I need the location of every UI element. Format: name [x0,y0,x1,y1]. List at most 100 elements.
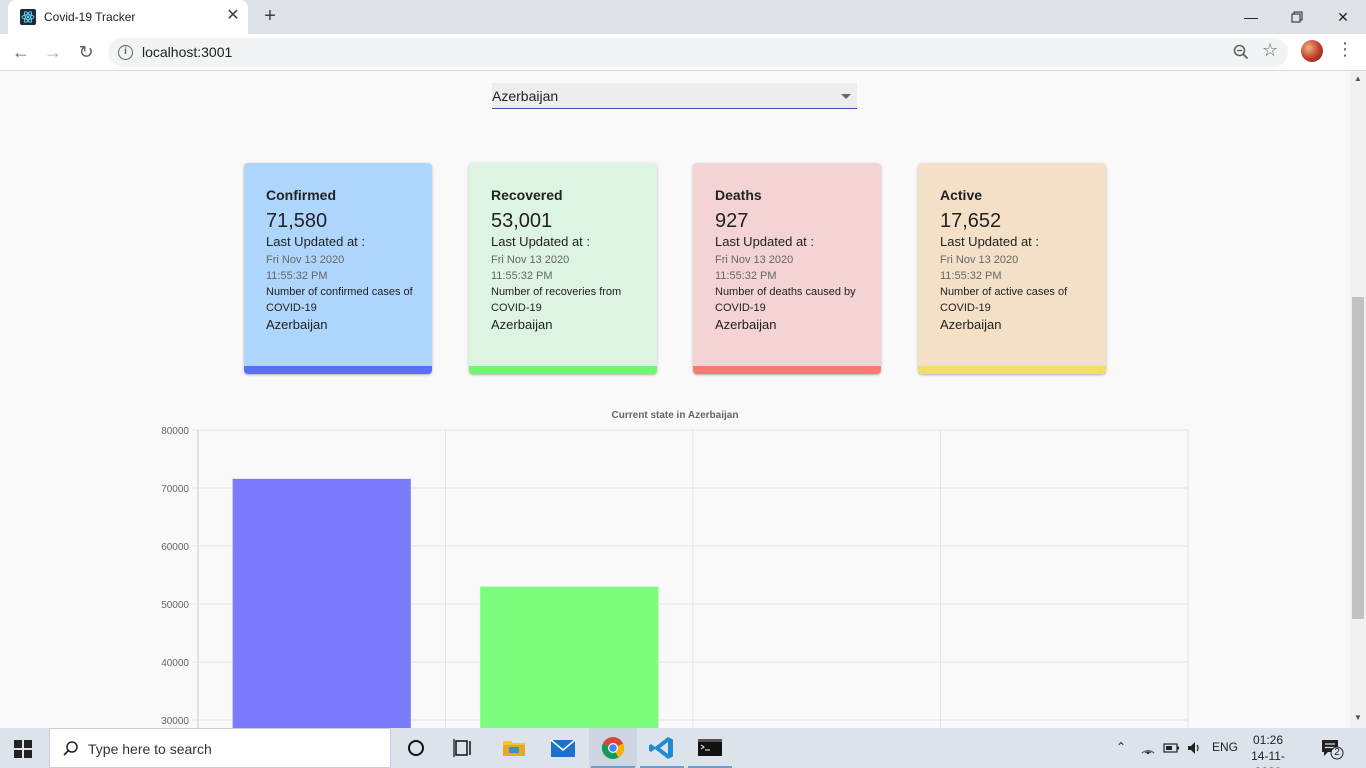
chart-svg: Current state in Azerbaijan 30000 40000 500… [161,410,1189,728]
action-center-button[interactable]: 2 [1320,738,1344,760]
mail-button[interactable] [539,728,587,768]
card-title: Recovered [491,187,563,203]
card-content: Confirmed 71,580 Last Updated at : Fri Nov … [266,187,418,334]
scroll-up-icon[interactable]: ▲ [1354,74,1362,83]
browser-toolbar: ← → ↻ i localhost:3001 ☆ ⋮ [0,34,1366,71]
language-indicator[interactable]: ENG [1212,740,1238,754]
card-value: 71,580 [266,210,328,232]
card-value: 17,652 [940,210,1002,232]
notification-count: 2 [1334,747,1340,758]
scrollbar-thumb[interactable] [1352,297,1364,619]
y-tick-label: 40000 [161,658,189,669]
bar-confirmed [232,478,411,728]
stat-card-recovered: Recovered 53,001 Last Updated at : Fri Nov … [469,163,657,374]
scroll-down-icon[interactable]: ▼ [1354,713,1362,722]
chrome-icon [601,737,624,759]
terminal-icon [698,739,722,756]
card-date: Fri Nov 13 2020 [715,254,794,266]
windows-taskbar: Type here to search ⌃ ENG 01:26 14-11-20… [0,728,1366,768]
bookmark-star-icon[interactable]: ☆ [1262,40,1278,61]
card-description: Number of recoveries from COVID-19 [491,286,622,314]
react-logo-icon [20,9,36,25]
terminal-button[interactable] [686,728,734,768]
clock-date: 14-11-2020 [1251,749,1285,768]
stat-card-deaths: Deaths 927 Last Updated at : Fri Nov 13 202… [693,163,881,374]
restore-button[interactable] [1274,4,1320,30]
card-accent-bar [693,366,881,374]
country-select[interactable]: Azerbaijan [492,83,857,109]
y-tick-label: 30000 [161,716,189,727]
browser-tab[interactable]: Covid-19 Tracker ✕ [8,0,248,34]
file-explorer-button[interactable] [490,728,538,768]
country-select-value: Azerbaijan [492,88,559,104]
dropdown-arrow-icon [841,94,851,99]
card-accent-bar [244,366,432,374]
card-description: Number of confirmed cases of COVID-19 [266,286,413,314]
card-description: Number of active cases of COVID-19 [940,286,1068,314]
reload-icon[interactable]: ↻ [73,39,99,65]
card-content: Recovered 53,001 Last Updated at : Fri Nov … [491,187,643,334]
search-placeholder: Type here to search [88,741,212,757]
task-view-icon [453,739,471,757]
volume-icon[interactable] [1186,740,1202,756]
clock-time: 01:26 [1252,733,1284,747]
card-time: 11:55:32 PM [940,270,1002,282]
page-scrollbar[interactable]: ▲ ▼ [1350,71,1366,728]
battery-icon[interactable] [1163,741,1181,755]
vscode-icon [649,737,673,759]
card-country: Azerbaijan [266,317,328,332]
card-time: 11:55:32 PM [715,270,777,282]
url-text[interactable]: localhost:3001 [142,44,232,60]
cortana-icon [408,740,424,756]
browser-tabstrip: Covid-19 Tracker ✕ + — ✕ [0,0,1366,34]
card-updated-label: Last Updated at : [715,234,815,249]
minimize-button[interactable]: — [1228,4,1274,30]
card-country: Azerbaijan [715,317,777,332]
page-viewport: Azerbaijan Confirmed 71,580 Last Updated a… [0,71,1350,728]
card-updated-label: Last Updated at : [491,234,591,249]
address-bar[interactable]: i localhost:3001 ☆ [108,38,1288,67]
card-country: Azerbaijan [491,317,553,332]
card-date: Fri Nov 13 2020 [491,254,570,266]
card-accent-bar [469,366,657,374]
stat-card-confirmed: Confirmed 71,580 Last Updated at : Fri Nov … [244,163,432,374]
new-tab-button[interactable]: + [260,6,280,26]
vscode-button[interactable] [638,728,686,768]
card-content: Deaths 927 Last Updated at : Fri Nov 13 202… [715,187,867,334]
info-icon[interactable]: i [118,45,133,60]
network-icon[interactable] [1140,740,1156,756]
tab-close-icon[interactable]: ✕ [224,7,242,25]
taskbar-search-box[interactable]: Type here to search [49,728,391,768]
windows-start-icon[interactable] [14,740,32,758]
close-window-button[interactable]: ✕ [1320,4,1366,30]
y-tick-label: 60000 [161,542,189,553]
card-date: Fri Nov 13 2020 [940,254,1019,266]
back-arrow-icon[interactable]: ← [8,39,34,65]
card-date: Fri Nov 13 2020 [266,254,345,266]
cortana-button[interactable] [392,728,440,768]
menu-dots-icon[interactable]: ⋮ [1336,39,1354,60]
profile-avatar[interactable] [1301,40,1323,62]
card-content: Active 17,652 Last Updated at : Fri Nov 13 … [940,187,1092,334]
card-title: Confirmed [266,187,336,203]
tab-title: Covid-19 Tracker [44,10,136,24]
zoom-icon[interactable] [1232,43,1250,61]
card-time: 11:55:32 PM [491,270,553,282]
card-value: 927 [715,210,749,232]
bar-chart: Current state in Azerbaijan 30000 40000 500… [0,401,1350,728]
chrome-button[interactable] [589,728,637,768]
forward-arrow-icon[interactable]: → [40,39,66,65]
search-icon [63,741,78,756]
card-country: Azerbaijan [940,317,1002,332]
card-updated-label: Last Updated at : [266,234,366,249]
taskbar-clock[interactable]: 01:26 14-11-2020 [1238,732,1298,768]
folder-icon [503,741,525,756]
task-view-button[interactable] [440,728,488,768]
y-tick-label: 50000 [161,600,189,611]
card-value: 53,001 [491,210,553,232]
mail-icon [550,739,576,757]
tray-chevron-up-icon[interactable]: ⌃ [1116,740,1126,754]
y-tick-label: 80000 [161,426,189,437]
stat-card-active: Active 17,652 Last Updated at : Fri Nov 13 … [918,163,1106,374]
card-title: Active [940,187,983,203]
